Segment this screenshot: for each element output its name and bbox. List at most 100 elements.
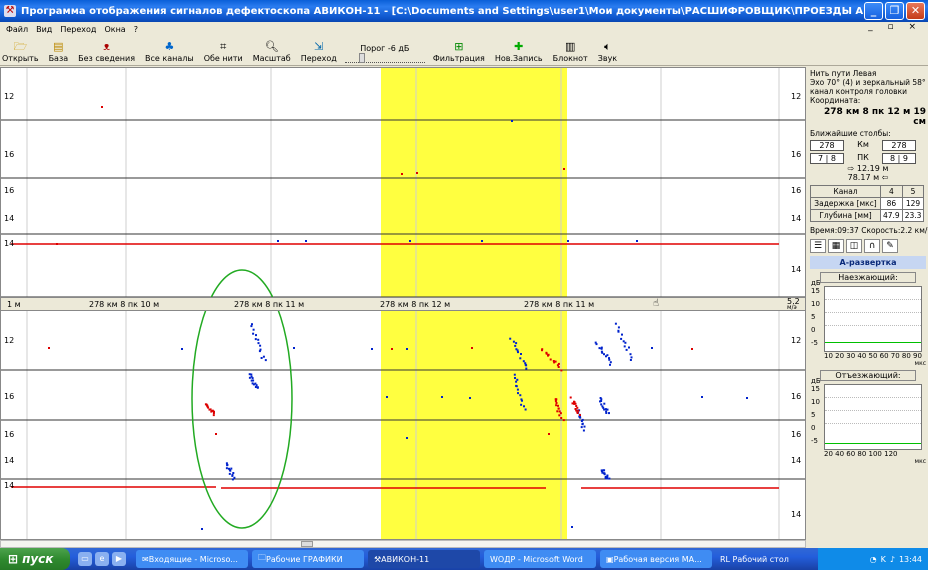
no-info-button[interactable]: ᴥ Без сведения [76, 40, 137, 65]
echo-mark [562, 419, 565, 422]
echo-mark [600, 347, 603, 350]
bscan-plot-area[interactable]: 12 12 16 16 16 14 16 14 14 14 1 м 278 км… [0, 67, 806, 540]
coordinate-ruler[interactable]: 1 м 278 км 8 пк 10 м 278 км 8 пк 11 м 27… [1, 297, 805, 311]
scrollbar-thumb[interactable] [301, 541, 313, 547]
echo-mark [256, 386, 259, 389]
close-button[interactable]: ✕ [906, 2, 925, 20]
lower-lane-2-scale: 16 [4, 392, 15, 401]
echo-mark [521, 399, 523, 402]
echo-mark [629, 359, 632, 361]
tray-network-icon[interactable]: ◔ [870, 555, 877, 564]
channel-header: Канал [810, 185, 881, 198]
echo-mark [406, 348, 408, 350]
new-record-button[interactable]: ✚ Нов.Запись [493, 40, 545, 65]
start-button[interactable]: ⊞ пуск [0, 548, 70, 570]
echo-mark [215, 433, 217, 435]
selection-zone-lower [381, 311, 567, 539]
threshold-track[interactable] [344, 53, 425, 63]
menu-file[interactable]: Файл [2, 25, 32, 34]
both-rails-button[interactable]: ⌗ Обе нити [202, 40, 245, 65]
chart-icon[interactable]: ◫ [846, 239, 862, 253]
title-bar: ⚒ Программа отображения сигналов дефекто… [0, 0, 928, 22]
tray-volume-icon[interactable]: ♪ [890, 555, 895, 564]
restore-button[interactable]: ❐ [885, 2, 904, 20]
clock[interactable]: 13:44 [899, 555, 922, 564]
view-mode-buttons: ☰ ▦ ◫ ∩ ✎ [810, 239, 926, 253]
goto-button[interactable]: ⇲ Переход [299, 40, 339, 65]
lower-lane-4-scale: 14 [4, 481, 15, 490]
echo-marks-channel-b [48, 106, 693, 435]
open-button[interactable]: 🗁 Открыть [0, 40, 41, 65]
app-icon: ⚒ [4, 5, 16, 17]
tray-antivirus-icon[interactable]: K [881, 555, 886, 564]
task-workversion[interactable]: ▣ Рабочая версия МА... [600, 550, 712, 568]
echo-mark [251, 377, 254, 380]
list-icon[interactable]: ☰ [810, 239, 826, 253]
echo-mark [554, 400, 557, 402]
menu-goto[interactable]: Переход [56, 25, 100, 34]
echo-mark [228, 472, 231, 475]
database-icon: ▤ [53, 40, 64, 53]
lower-lane-4-scale-right: 14 [791, 510, 802, 519]
desktop-toolbar[interactable]: RL Рабочий стол [720, 555, 789, 564]
depth-label: Глубина [мм] [810, 209, 881, 222]
lower-lane-3-scale-2: 14 [4, 456, 15, 465]
all-channels-button[interactable]: ♣ Все каналы [143, 40, 196, 65]
pk-left: 7 | 8 [810, 153, 844, 164]
horizontal-scrollbar[interactable] [0, 540, 806, 548]
pencil-icon[interactable]: ✎ [882, 239, 898, 253]
echo-mark [603, 408, 606, 411]
echo-mark [609, 363, 611, 366]
echo-mark [523, 405, 525, 408]
mdi-controls[interactable]: _ ▫ × [868, 22, 922, 32]
echo-mark [207, 406, 210, 409]
threshold-thumb[interactable] [358, 53, 365, 63]
rails-icon: ⌗ [220, 40, 227, 53]
channel-table: Канал 4 5 Задержка [мкс] 86 129 Глубина [мм]… [810, 185, 925, 222]
window-icon: ▣ [606, 554, 614, 564]
desktop-icon[interactable]: ▭ [78, 552, 92, 566]
filter-button[interactable]: ⊞ Фильтрация [431, 40, 487, 65]
table-icon[interactable]: ▦ [828, 239, 844, 253]
scale-button[interactable]: 🔍︎ Масштаб [251, 40, 293, 65]
echo-mark [515, 385, 518, 388]
task-word[interactable]: W ОДР - Microsoft Word [484, 550, 596, 568]
threshold-slider[interactable]: Порог -6 дБ [344, 44, 425, 65]
echo-mark [258, 350, 261, 353]
echo-mark [264, 359, 267, 362]
headphones-icon[interactable]: ∩ [864, 239, 880, 253]
echo-mark [212, 412, 215, 414]
echo-mark [558, 410, 561, 413]
info-panel: Нить пути Левая Эхо 70° (4) и зеркальный… [808, 67, 928, 540]
echo-mark [580, 420, 583, 422]
echo-mark [548, 433, 550, 435]
notepad-button[interactable]: ▥ Блокнот [551, 40, 590, 65]
echo-mark [515, 342, 518, 345]
echo-mark [558, 414, 561, 417]
task-folder[interactable]: 🗀︎ Рабочие ГРАФИКИ [252, 550, 364, 568]
lane-4-scale: 14 [4, 239, 15, 248]
echo-mark [581, 423, 584, 426]
echo-mark [391, 348, 393, 350]
menu-help[interactable]: ? [130, 25, 142, 34]
pk-right: 8 | 9 [882, 153, 916, 164]
task-outlook[interactable]: ✉ Входящие - Microso... [136, 550, 248, 568]
echo-mark [601, 351, 604, 354]
echo-mark [545, 352, 548, 355]
menu-view[interactable]: Вид [32, 25, 56, 34]
minimize-button[interactable]: _ [864, 2, 883, 20]
base-button[interactable]: ▤ База [47, 40, 71, 65]
task-avikon[interactable]: ⚒ АВИКОН-11 [368, 550, 480, 568]
notepad-icon: ▥ [564, 40, 576, 53]
browser-icon[interactable]: e [95, 552, 109, 566]
echo-mark [569, 396, 572, 399]
echo-mark [225, 467, 228, 470]
echo-mark [579, 414, 581, 417]
menu-windows[interactable]: Окна [100, 25, 129, 34]
echo-mark [549, 358, 552, 361]
sound-button[interactable]: 🔈︎ Звук [596, 40, 619, 65]
echo-mark [557, 404, 559, 407]
taskbar: ⊞ пуск ▭ e ▶ ✉ Входящие - Microso... 🗀︎ Р… [0, 548, 928, 570]
echo-mark [201, 528, 203, 530]
media-icon[interactable]: ▶ [112, 552, 126, 566]
